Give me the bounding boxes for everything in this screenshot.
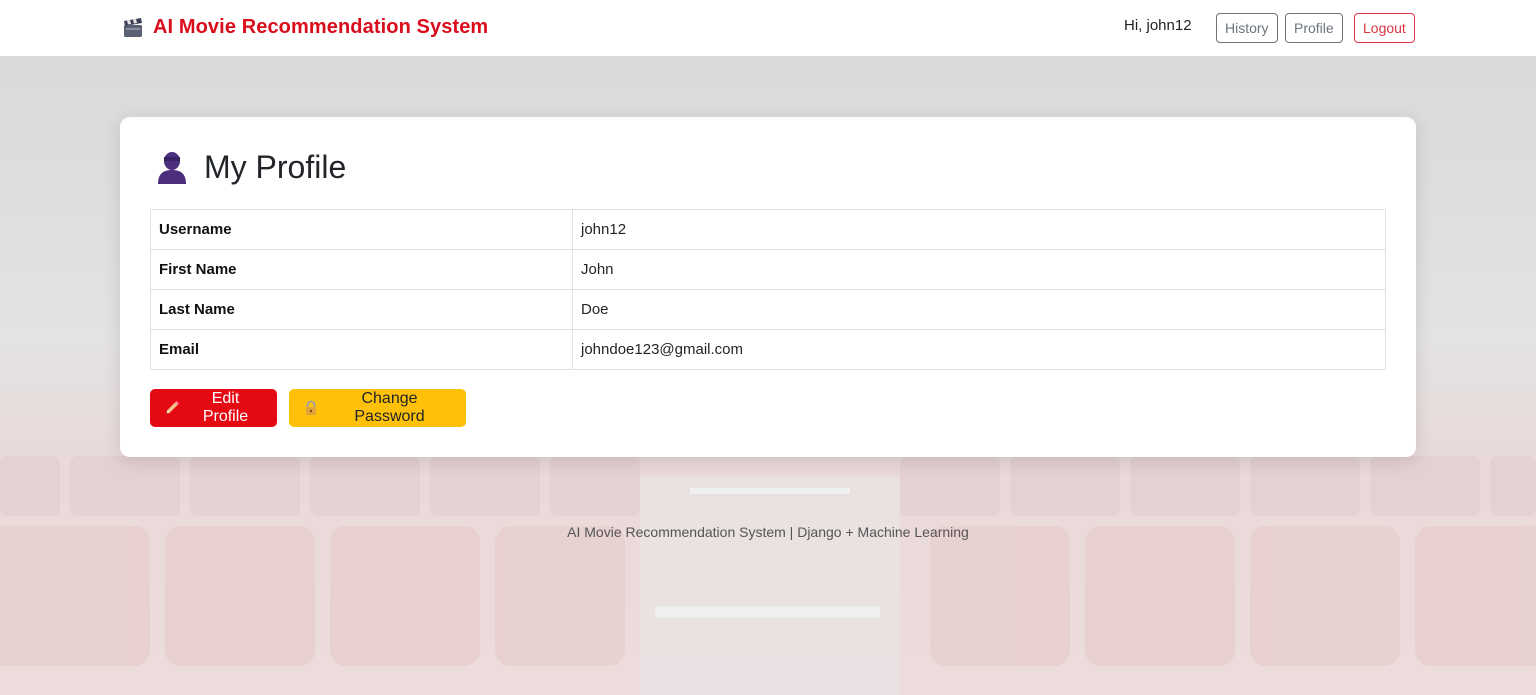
card-header: My Profile — [156, 149, 346, 186]
edit-profile-button[interactable]: Edit Profile — [150, 389, 277, 427]
navbar: AI Movie Recommendation System Hi, john1… — [0, 0, 1536, 56]
table-row: First Name John — [150, 249, 1386, 290]
profile-button[interactable]: Profile — [1285, 13, 1343, 43]
username-value: john12 — [572, 209, 1386, 250]
profile-table: Username john12 First Name John Last Nam… — [150, 209, 1386, 370]
last-name-label: Last Name — [150, 289, 573, 330]
profile-card: My Profile Username john12 First Name Jo… — [120, 117, 1416, 457]
footer-text: AI Movie Recommendation System | Django … — [567, 524, 969, 540]
username-label: Username — [150, 209, 573, 250]
first-name-value: John — [572, 249, 1386, 290]
last-name-value: Doe — [572, 289, 1386, 330]
table-row: Username john12 — [150, 209, 1386, 250]
user-greeting: Hi, john12 — [1124, 17, 1192, 34]
logout-button[interactable]: Logout — [1354, 13, 1415, 43]
change-password-button[interactable]: Change Password — [289, 389, 466, 427]
edit-profile-label: Edit Profile — [202, 390, 249, 425]
table-row: Email johndoe123@gmail.com — [150, 329, 1386, 370]
table-row: Last Name Doe — [150, 289, 1386, 330]
history-button[interactable]: History — [1216, 13, 1278, 43]
change-password-label: Change Password — [354, 390, 425, 425]
lock-icon — [303, 400, 319, 416]
brand-link[interactable]: AI Movie Recommendation System — [123, 16, 488, 39]
email-label: Email — [150, 329, 573, 370]
person-icon — [156, 151, 188, 185]
email-value: johndoe123@gmail.com — [572, 329, 1386, 370]
page-title: My Profile — [204, 149, 347, 185]
first-name-label: First Name — [150, 249, 573, 290]
pencil-icon — [164, 400, 180, 416]
clapperboard-icon — [123, 17, 143, 38]
brand-title: AI Movie Recommendation System — [153, 16, 489, 38]
